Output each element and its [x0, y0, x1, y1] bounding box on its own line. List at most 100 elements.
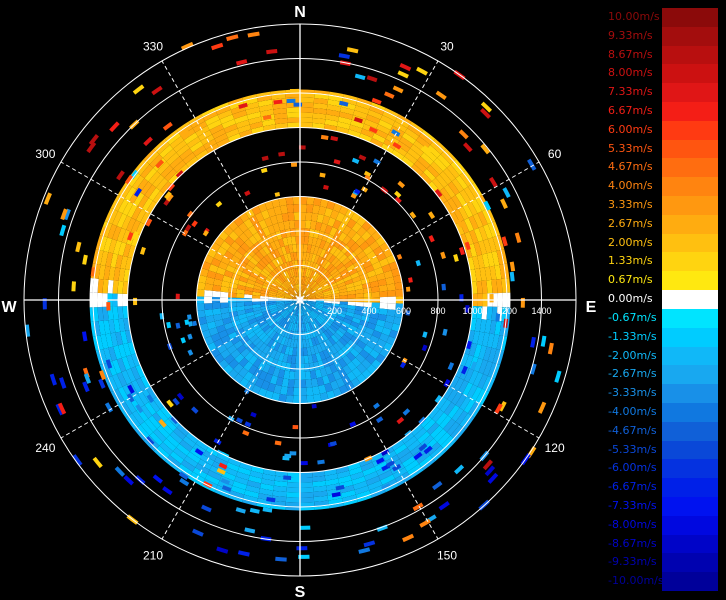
legend-swatch — [662, 346, 718, 366]
echo-cell — [387, 303, 396, 311]
speckle-cell — [547, 342, 554, 355]
legend-swatch — [662, 478, 718, 497]
echo-cell — [293, 379, 300, 388]
legend-entry: -9.33m/s — [606, 553, 718, 573]
echo-cell — [294, 363, 300, 372]
legend-label: 0.67m/s — [608, 273, 653, 287]
echo-cell — [286, 204, 294, 213]
speckle-cell — [266, 49, 278, 55]
speckle-cell — [116, 170, 125, 181]
legend-label: -9.33m/s — [608, 555, 657, 569]
legend-entry: -6.67m/s — [606, 478, 718, 497]
speckle-cell — [489, 293, 494, 303]
legend-entry: -1.33m/s — [606, 327, 718, 347]
legend-swatch — [662, 572, 718, 591]
legend-swatch — [662, 177, 718, 197]
speckle-cell — [329, 440, 337, 447]
speckle-cell — [139, 246, 146, 255]
speckle-cell — [432, 480, 443, 491]
speckle-cell — [540, 335, 547, 347]
speckle-cell — [175, 293, 180, 300]
legend-entry: 7.33m/s — [606, 83, 718, 103]
echo-cell — [294, 228, 300, 237]
echo-cell — [117, 280, 124, 294]
speckle-cell — [289, 88, 300, 94]
echo-cell — [300, 112, 314, 118]
legend-entry: -2.67m/s — [606, 365, 718, 385]
speckle-cell — [166, 399, 174, 408]
echo-cell — [387, 289, 396, 297]
echo-cell — [300, 196, 308, 205]
echo-cell — [300, 89, 315, 94]
echo-cell — [228, 302, 237, 308]
speckle-cell — [458, 129, 469, 140]
range-tick-label: 1000 — [462, 306, 482, 316]
speckle-cell — [405, 286, 411, 292]
speckle-cell — [184, 319, 190, 326]
legend-label: -7.33m/s — [608, 498, 657, 512]
echo-cell — [476, 280, 483, 294]
legend-swatch — [662, 64, 718, 84]
legend-label: 5.33m/s — [608, 141, 653, 155]
echo-cell — [300, 379, 307, 388]
echo-cell — [220, 302, 229, 309]
speckle-cell — [104, 402, 114, 413]
echo-cell — [300, 355, 305, 364]
speckle-cell — [384, 91, 395, 99]
echo-cell — [293, 212, 300, 221]
echo-cell — [292, 196, 300, 205]
echo-cell — [300, 482, 314, 488]
speckle-cell — [319, 172, 326, 178]
angle-tick-label: 60 — [548, 147, 562, 161]
legend-label: 0.00m/s — [608, 292, 653, 306]
speckle-cell — [363, 540, 376, 548]
speckle-cell — [247, 31, 260, 38]
speckle-cell — [463, 142, 473, 153]
echo-cell — [300, 387, 307, 396]
legend-entry: -8.67m/s — [606, 534, 718, 554]
compass-west: W — [1, 299, 17, 316]
echo-cell — [220, 291, 229, 298]
speckle-cell — [284, 453, 292, 459]
legend-label: 8.00m/s — [608, 66, 653, 80]
legend-label: -10.00m/s — [608, 574, 664, 588]
speckle-cell — [527, 158, 537, 171]
echo-cell — [300, 204, 307, 213]
legend-swatch — [662, 120, 718, 140]
speckle-cell — [81, 331, 88, 342]
echo-cell — [196, 289, 205, 297]
legend-swatch — [662, 83, 718, 103]
legend-entry: -10.00m/s — [606, 572, 718, 591]
speckle-cell — [186, 314, 192, 320]
echo-cell — [286, 487, 300, 493]
legend-entry: -5.33m/s — [606, 440, 718, 460]
velocity-legend: 10.00m/s 9.33m/s 8.67m/s 8.00m/s 7.33m/s 6.67… — [606, 8, 718, 591]
speckle-cell — [226, 34, 239, 42]
legend-entry: 4.67m/s — [606, 158, 718, 178]
speckle-cell — [162, 121, 173, 131]
speckle-cell — [133, 297, 138, 306]
legend-label: 6.67m/s — [608, 104, 653, 118]
speckle-cell — [373, 158, 381, 166]
legend-label: -4.00m/s — [608, 404, 657, 418]
speckle-cell — [261, 155, 269, 161]
echo-cell — [300, 371, 306, 380]
echo-cell — [286, 107, 300, 113]
speckle-cell — [392, 85, 404, 94]
speckle-cell — [192, 528, 204, 537]
speckle-cell — [260, 167, 268, 174]
speckle-cell — [49, 373, 58, 386]
legend-entry: 8.67m/s — [606, 45, 718, 65]
speckle-cell — [354, 73, 366, 81]
speckle-cell — [402, 408, 411, 416]
speckle-cell — [286, 98, 296, 104]
legend-entry: 2.67m/s — [606, 214, 718, 234]
speckle-cell — [300, 525, 311, 530]
echo-cell — [300, 117, 313, 123]
speckle-cell — [92, 456, 103, 469]
echo-cell — [286, 492, 300, 498]
echo-cell — [102, 279, 109, 294]
speckle-cell — [338, 53, 350, 60]
speckle-cell — [397, 180, 406, 189]
legend-label: -0.67m/s — [608, 310, 657, 324]
